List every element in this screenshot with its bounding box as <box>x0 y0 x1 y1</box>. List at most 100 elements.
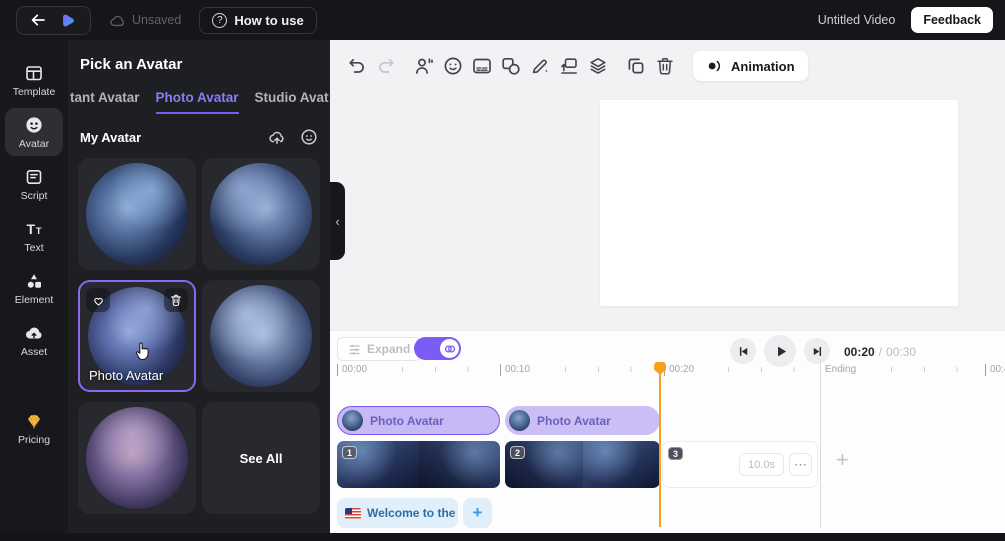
sidebar-item-element[interactable]: Element <box>5 264 63 312</box>
more-options-button[interactable]: ⋯ <box>789 453 812 476</box>
template-icon <box>24 63 44 83</box>
time-display: 00:20 / 00:30 <box>844 345 916 359</box>
sidebar-item-label: Template <box>13 86 56 98</box>
sliders-icon <box>348 343 361 356</box>
animation-button[interactable]: Animation <box>693 51 808 81</box>
app-root: Unsaved ? How to use Untitled Video Feed… <box>0 0 1005 541</box>
sidebar-item-avatar[interactable]: Avatar <box>5 108 63 156</box>
tab-instant-avatar[interactable]: tant Avatar <box>70 90 140 114</box>
animation-icon <box>706 57 724 75</box>
canvas-toolbar: Animation <box>344 51 808 81</box>
sidebar: Template Avatar Script TT Text Element A… <box>0 40 68 533</box>
duration-chip[interactable]: 10.0s <box>739 453 784 476</box>
sidebar-item-script[interactable]: Script <box>5 160 63 208</box>
delete-button[interactable] <box>652 53 678 79</box>
emoji-button[interactable] <box>440 53 466 79</box>
sidebar-item-label: Text <box>24 242 43 254</box>
favorite-button[interactable] <box>86 288 110 312</box>
duplicate-button[interactable] <box>623 53 649 79</box>
ruler-label: 00:10 <box>500 364 535 376</box>
scene-clip-2[interactable]: 2 <box>505 441 660 488</box>
avatar-grid: Photo Avatar See All <box>78 158 320 514</box>
delete-avatar-button[interactable] <box>164 288 188 312</box>
sidebar-item-label: Element <box>15 294 54 306</box>
subtitle-button[interactable] <box>469 53 495 79</box>
add-scene-button[interactable] <box>556 53 582 79</box>
tab-studio-avatar[interactable]: Studio Avat <box>255 90 329 114</box>
scene-number-badge: 1 <box>342 446 357 459</box>
redo-button[interactable] <box>373 53 399 79</box>
video-canvas[interactable] <box>600 100 958 306</box>
sidebar-item-asset[interactable]: Asset <box>5 316 63 364</box>
add-subtitle-button[interactable]: + <box>463 498 492 528</box>
script-icon <box>24 167 44 187</box>
avatar-tabs: tant Avatar Photo Avatar Studio Avat <box>70 90 330 114</box>
app-logo-icon[interactable] <box>59 11 78 30</box>
next-frame-button[interactable] <box>804 338 830 364</box>
video-title: Untitled Video <box>818 13 896 27</box>
back-icon[interactable] <box>29 11 47 29</box>
save-status-label: Unsaved <box>132 13 181 27</box>
bottom-strip <box>0 533 1005 541</box>
ruler-label: 00:00 <box>337 364 372 376</box>
ruler-label: 00:40 <box>985 364 1005 376</box>
timeline: Expand 00:20 / 00:30 00:00 00:10 00:20 E… <box>330 330 1005 533</box>
avatar-card-selected[interactable]: Photo Avatar <box>78 280 196 392</box>
how-to-use-button[interactable]: ? How to use <box>199 7 316 34</box>
back-home-group[interactable] <box>16 6 91 35</box>
avatar-clip-1[interactable]: Photo Avatar <box>337 406 500 435</box>
avatar-photo <box>210 285 312 387</box>
time-separator: / <box>879 345 882 359</box>
top-bar-left: Unsaved ? How to use <box>16 6 317 35</box>
link-scenes-toggle[interactable] <box>414 337 461 360</box>
add-ending-button[interactable]: + <box>836 447 849 473</box>
avatar-clip-label: Photo Avatar <box>370 414 444 428</box>
avatar-card[interactable] <box>202 280 320 392</box>
us-flag-icon <box>345 508 361 519</box>
expand-timeline-button[interactable]: Expand <box>337 337 421 361</box>
expand-label: Expand <box>367 342 410 356</box>
see-all-button[interactable]: See All <box>202 402 320 514</box>
gem-icon <box>24 411 44 431</box>
cloud-icon <box>109 12 126 29</box>
subtitle-clip[interactable]: Welcome to the ... <box>337 498 458 528</box>
ending-divider <box>820 359 821 528</box>
scene-clip-1[interactable]: 1 <box>337 441 500 488</box>
feedback-button[interactable]: Feedback <box>911 7 993 33</box>
collapse-panel-button[interactable]: ‹ <box>330 182 345 260</box>
avatar-card[interactable] <box>78 158 196 270</box>
clip-thumbnail <box>419 441 501 488</box>
tab-photo-avatar[interactable]: Photo Avatar <box>156 90 239 114</box>
top-bar: Unsaved ? How to use Untitled Video Feed… <box>0 0 1005 40</box>
my-avatar-title: My Avatar <box>80 130 141 145</box>
avatar-icon <box>24 115 44 135</box>
shapes-button[interactable] <box>498 53 524 79</box>
avatar-voice-button[interactable] <box>411 53 437 79</box>
avatar-card-label: Photo Avatar <box>89 368 163 383</box>
cloud-upload-icon <box>24 323 44 343</box>
magic-pen-button[interactable] <box>527 53 553 79</box>
sidebar-item-pricing[interactable]: Pricing <box>5 404 63 452</box>
avatar-card[interactable] <box>202 158 320 270</box>
sidebar-item-text[interactable]: TT Text <box>5 212 63 260</box>
create-avatar-icon[interactable] <box>300 128 318 146</box>
previous-frame-button[interactable] <box>730 338 756 364</box>
sidebar-item-template[interactable]: Template <box>5 56 63 104</box>
sidebar-item-label: Asset <box>21 346 47 358</box>
ruler-label: 00:20 <box>664 364 699 376</box>
avatar-clip-label: Photo Avatar <box>537 414 611 428</box>
panel-title: Pick an Avatar <box>80 56 182 73</box>
ruler-label: Ending <box>820 364 861 376</box>
scene-clip-3[interactable]: 3 10.0s ⋯ <box>662 441 818 488</box>
avatar-photo <box>210 163 312 265</box>
layers-button[interactable] <box>585 53 611 79</box>
undo-button[interactable] <box>344 53 370 79</box>
upload-avatar-icon[interactable] <box>268 128 286 146</box>
question-icon: ? <box>212 13 227 28</box>
current-time: 00:20 <box>844 345 875 359</box>
avatar-clip-2[interactable]: Photo Avatar <box>505 406 660 435</box>
sidebar-item-label: Script <box>21 190 48 202</box>
sidebar-item-label: Avatar <box>19 138 49 150</box>
timeline-ruler[interactable]: 00:00 00:10 00:20 Ending 00:40 <box>330 362 1005 384</box>
avatar-card[interactable] <box>78 402 196 514</box>
